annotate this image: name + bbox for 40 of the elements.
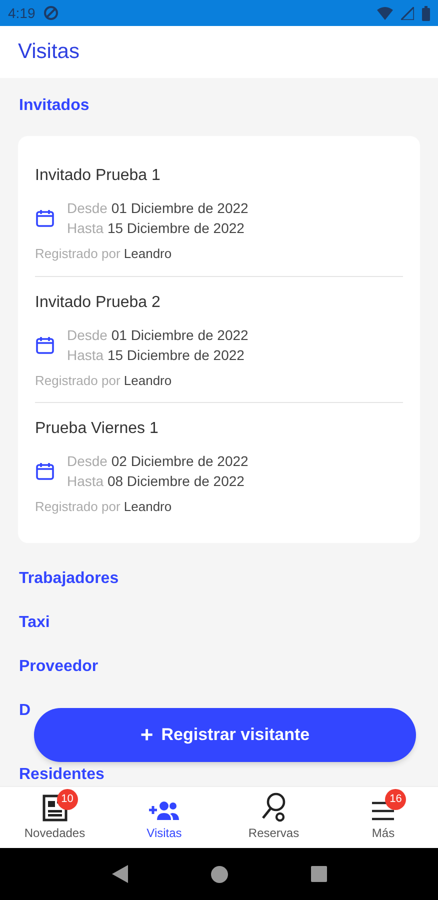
section-header[interactable]: Taxi — [19, 612, 50, 632]
calendar-icon — [35, 208, 55, 228]
registered-by: Registrado por Leandro — [35, 372, 173, 390]
date-from: Desde 01 Diciembre de 2022 — [67, 199, 248, 218]
section-header[interactable]: Invitados — [19, 96, 90, 116]
section-header[interactable]: Trabajadores — [19, 568, 119, 588]
battery-icon — [422, 6, 430, 20]
registered-by: Registrado por Leandro — [35, 498, 173, 516]
nav-tab[interactable]: Reservas — [219, 787, 328, 848]
add-people-icon — [148, 800, 180, 822]
calendar-icon — [35, 461, 55, 481]
status-time: 4:19 — [8, 4, 36, 22]
date-from: Desde 02 Diciembre de 2022 — [67, 452, 248, 471]
count-badge: 16 — [385, 789, 406, 810]
count-badge: 10 — [56, 789, 78, 810]
guest-name: Invitado Prueba 1 — [35, 166, 162, 186]
nav-tab[interactable]: Visitas — [110, 787, 219, 848]
date-to: Hasta 15 Diciembre de 2022 — [67, 219, 246, 238]
date-from: Desde 01 Diciembre de 2022 — [67, 326, 248, 344]
page-title: Visitas — [18, 39, 80, 66]
nav-tab[interactable]: Más 16 — [328, 787, 438, 848]
recents-icon[interactable] — [310, 866, 326, 882]
nav-tab[interactable]: Novedades 10 — [0, 787, 110, 848]
register-visitor-button[interactable]: + Registrar visitante — [34, 708, 416, 762]
racket-icon — [260, 792, 288, 822]
section-header[interactable]: Proveedor — [19, 656, 98, 676]
home-icon[interactable] — [210, 866, 228, 882]
guest-name: Prueba Viernes 1 — [35, 419, 160, 439]
calendar-icon — [35, 334, 55, 354]
date-to: Hasta 08 Diciembre de 2022 — [67, 472, 246, 491]
plus-icon: + — [140, 724, 154, 746]
signal-icon — [401, 6, 414, 20]
sync-icon — [43, 5, 60, 21]
registered-by: Registrado por Leandro — [35, 245, 173, 263]
section-header[interactable]: Residentes — [19, 764, 104, 784]
guest-name: Invitado Prueba 2 — [35, 292, 162, 312]
date-to: Hasta 15 Diciembre de 2022 — [67, 346, 246, 364]
wifi-icon — [377, 6, 393, 20]
back-icon[interactable] — [112, 865, 128, 883]
section-header[interactable]: D — [19, 700, 31, 720]
